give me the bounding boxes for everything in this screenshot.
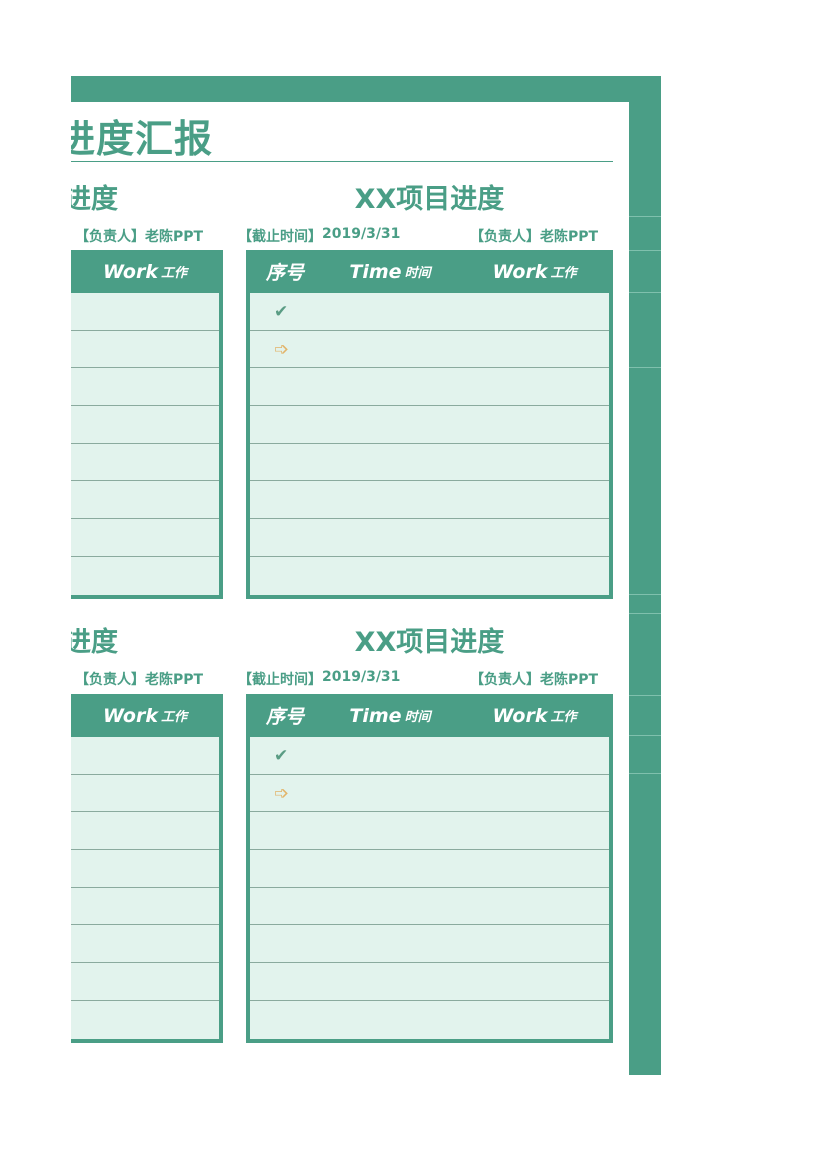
side-bar-divider: [629, 250, 661, 251]
deadline-date: 2019/3/31: [322, 669, 401, 685]
table-row[interactable]: [250, 519, 609, 557]
header-work-cn: 工作: [160, 266, 187, 281]
owner-label: 【负责人】老陈PPT: [470, 229, 599, 245]
owner-label: 【负责人】老陈PPT: [470, 672, 599, 688]
header-work: Work 工作: [460, 705, 609, 727]
table-row[interactable]: [250, 368, 609, 407]
header-time: Time 时间: [320, 261, 460, 283]
table-header: Work 工作: [71, 250, 219, 293]
left-progress-table: Work 工作: [71, 694, 223, 1043]
table-row[interactable]: [71, 925, 219, 964]
side-bar-divider: [629, 594, 661, 595]
left-owner-label: 【负责人】老陈PPT: [75, 229, 204, 245]
left-section-title: 进度: [71, 620, 131, 659]
right-side-bar: [629, 102, 661, 1075]
table-row[interactable]: [71, 519, 219, 557]
table-header: 序号 Time 时间 Work 工作: [250, 694, 609, 737]
table-row[interactable]: [250, 556, 609, 595]
left-section-title-text: 进度: [71, 627, 118, 658]
left-owner-label: 【负责人】老陈PPT: [75, 672, 204, 688]
table-row[interactable]: [250, 850, 609, 888]
header-index: 序号: [250, 258, 320, 285]
table-row[interactable]: [71, 887, 219, 926]
table-row[interactable]: [71, 368, 219, 407]
section-title: XX项目进度: [354, 627, 505, 658]
header-work: Work 工作: [460, 261, 609, 283]
header-time-cn: 时间: [404, 266, 431, 281]
arrow-right-icon: ➩: [274, 338, 290, 360]
table-row[interactable]: ✔: [250, 293, 609, 331]
table-row[interactable]: [71, 406, 219, 444]
left-section-title: 进度: [71, 177, 131, 216]
page-title: 进度汇报: [71, 108, 251, 163]
table-row[interactable]: [71, 737, 219, 775]
deadline-text: 【截止时间】2019/3/31: [238, 229, 320, 245]
side-bar-divider: [629, 773, 661, 774]
table-row[interactable]: [250, 481, 609, 520]
table-row[interactable]: [71, 556, 219, 595]
table-row[interactable]: [71, 330, 219, 369]
side-bar-divider: [629, 695, 661, 696]
table-row[interactable]: [71, 812, 219, 851]
side-bar-divider: [629, 735, 661, 736]
arrow-right-icon: ➩: [274, 782, 290, 804]
deadline-text: 【截止时间】2019/3/31: [238, 672, 320, 688]
table-row[interactable]: [71, 481, 219, 520]
table-header: 序号 Time 时间 Work 工作: [250, 250, 609, 293]
table-row[interactable]: ✔: [250, 737, 609, 775]
header-time: Time 时间: [320, 705, 460, 727]
title-divider: [71, 161, 613, 162]
side-bar-divider: [629, 216, 661, 217]
header-work-cn: 工作: [550, 266, 577, 281]
table-row[interactable]: ➩: [250, 774, 609, 813]
header-work-cn: 工作: [160, 710, 187, 725]
header-work-en: Work: [103, 704, 158, 727]
table-row[interactable]: [71, 443, 219, 482]
header-index-text: 序号: [265, 262, 304, 284]
deadline-label: 【截止时间】2019/3/31: [238, 226, 320, 246]
side-bar-divider: [629, 292, 661, 293]
table-row[interactable]: [71, 963, 219, 1001]
header-index: 序号: [250, 702, 320, 729]
table-row[interactable]: [250, 887, 609, 926]
header-work-en: Work: [492, 704, 548, 727]
progress-table: 序号 Time 时间 Work 工作 ✔ ➩: [246, 250, 613, 599]
header-index-text: 序号: [265, 706, 304, 728]
section-title: XX项目进度: [354, 184, 505, 215]
header-time-en: Time: [349, 704, 402, 727]
left-section-title-text: 进度: [71, 184, 118, 215]
check-icon: ✔: [274, 746, 289, 766]
table-row[interactable]: [250, 443, 609, 482]
header-time-en: Time: [349, 260, 402, 283]
top-banner-bar: [71, 76, 661, 102]
header-work-en: Work: [492, 260, 548, 283]
check-icon: ✔: [274, 302, 289, 322]
page-title-text: 进度汇报: [71, 117, 214, 161]
side-bar-divider: [629, 367, 661, 368]
table-row[interactable]: [71, 774, 219, 813]
table-row[interactable]: [250, 1000, 609, 1039]
table-header: Work 工作: [71, 694, 219, 737]
table-row[interactable]: [250, 812, 609, 851]
side-bar-divider: [629, 613, 661, 614]
table-row[interactable]: ➩: [250, 330, 609, 369]
table-row[interactable]: [71, 293, 219, 331]
progress-table: 序号 Time 时间 Work 工作 ✔ ➩: [246, 694, 613, 1043]
header-work-en: Work: [103, 260, 158, 283]
table-row[interactable]: [250, 406, 609, 444]
deadline-label: 【截止时间】2019/3/31: [238, 669, 320, 689]
deadline-date: 2019/3/31: [322, 226, 401, 242]
table-row[interactable]: [71, 850, 219, 888]
header-work-cn: 工作: [550, 710, 577, 725]
table-row[interactable]: [250, 925, 609, 964]
left-progress-table: Work 工作: [71, 250, 223, 599]
header-time-cn: 时间: [404, 710, 431, 725]
table-row[interactable]: [71, 1000, 219, 1039]
table-row[interactable]: [250, 963, 609, 1001]
